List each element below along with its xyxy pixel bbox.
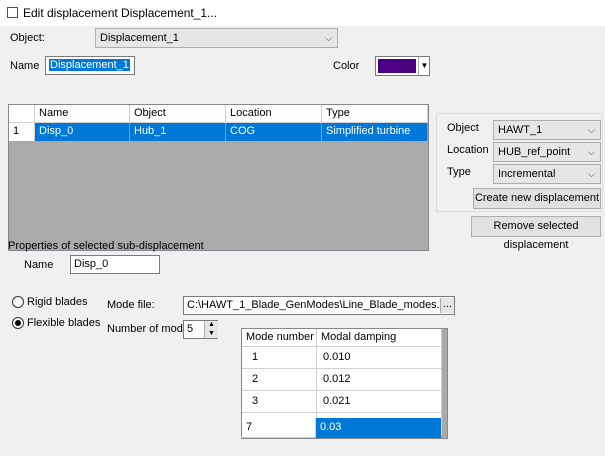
mode-file-value: C:\HAWT_1_Blade_GenModes\Line_Blade_mode… [187, 299, 452, 311]
displacements-table: Name Object Location Type 1 Disp_0 Hub_1… [8, 104, 429, 251]
modal-damping-cell[interactable]: 0.021 [317, 391, 442, 413]
type-value: Incremental [498, 168, 556, 180]
column-header-mode-number[interactable]: Mode number [242, 329, 317, 347]
column-header-name[interactable]: Name [35, 105, 130, 123]
sub-name-label: Name [24, 259, 54, 271]
title-bar: Edit displacement Displacement_1... [0, 0, 605, 26]
sub-name-input[interactable]: Disp_0 [70, 255, 160, 274]
table-cell-name[interactable]: Disp_0 [35, 123, 130, 141]
name-input-value: Displacement_1 [49, 59, 130, 71]
side-object-select[interactable]: HAWT_1 ⌵ [493, 120, 601, 140]
chevron-down-icon: ⌵ [588, 125, 595, 135]
flexible-blades-radio[interactable] [12, 317, 24, 329]
table-cell-type[interactable]: Simplified turbine [322, 123, 428, 141]
chevron-down-icon: ⌵ [588, 147, 595, 157]
num-modes-value: 5 [187, 323, 194, 335]
location-select[interactable]: HUB_ref_point ⌵ [493, 142, 601, 162]
rigid-blades-label[interactable]: Rigid blades [27, 296, 88, 308]
name-label: Name [10, 60, 40, 72]
mode-number-cell[interactable]: 2 [242, 369, 317, 391]
flexible-blades-label[interactable]: Flexible blades [27, 317, 100, 329]
table-cell-object[interactable]: Hub_1 [130, 123, 226, 141]
table-cell-location[interactable]: COG [226, 123, 322, 141]
row-header[interactable]: 1 [9, 123, 35, 141]
column-header-location[interactable]: Location [226, 105, 322, 123]
properties-section-title: Properties of selected sub-displacement [8, 240, 204, 252]
location-label: Location [447, 144, 489, 156]
num-modes-stepper[interactable]: 5 ▲ ▼ [183, 320, 218, 339]
color-label: Color [333, 60, 360, 72]
modal-damping-cell[interactable]: 0.010 [317, 347, 442, 369]
mode-number-cell[interactable]: 3 [242, 391, 317, 413]
type-select[interactable]: Incremental ⌵ [493, 164, 601, 184]
window-icon [7, 7, 18, 18]
window-title: Edit displacement Displacement_1... [23, 6, 218, 20]
column-header-object[interactable]: Object [130, 105, 226, 123]
remove-displacement-button[interactable]: Remove selected displacement [471, 216, 601, 251]
color-swatch [378, 59, 416, 73]
chevron-down-icon: ⌵ [325, 33, 332, 43]
column-header-modal-damping[interactable]: Modal damping [317, 329, 442, 347]
chevron-down-icon: ▼ [418, 57, 430, 75]
create-displacement-button[interactable]: Create new displacement [473, 188, 601, 209]
mode-file-label: Mode file: [107, 299, 155, 311]
modal-damping-cell-selected[interactable]: 0.03 [316, 418, 441, 438]
object-label: Object: [10, 32, 45, 44]
location-value: HUB_ref_point [498, 146, 571, 158]
object-select[interactable]: Displacement_1 ⌵ [95, 28, 338, 48]
modal-damping-cell[interactable]: 0.012 [317, 369, 442, 391]
type-label: Type [447, 166, 471, 178]
mode-file-input[interactable]: C:\HAWT_1_Blade_GenModes\Line_Blade_mode… [183, 296, 455, 315]
browse-button[interactable]: ... [440, 298, 454, 313]
side-object-value: HAWT_1 [498, 124, 543, 136]
color-picker[interactable]: ▼ [375, 56, 430, 76]
mode-number-cell[interactable]: 1 [242, 347, 317, 369]
rigid-blades-radio[interactable] [12, 296, 24, 308]
column-header-type[interactable]: Type [322, 105, 428, 123]
corner-header [9, 105, 35, 123]
name-input[interactable]: Displacement_1 [45, 56, 135, 75]
object-select-value: Displacement_1 [100, 32, 179, 44]
displacement-settings-panel: Object HAWT_1 ⌵ Location HUB_ref_point ⌵… [436, 113, 603, 212]
chevron-down-icon: ⌵ [588, 169, 595, 179]
mode-number-cell[interactable]: 7 [241, 418, 316, 438]
stepper-down-icon[interactable]: ▼ [204, 329, 218, 338]
side-object-label: Object [447, 122, 479, 134]
